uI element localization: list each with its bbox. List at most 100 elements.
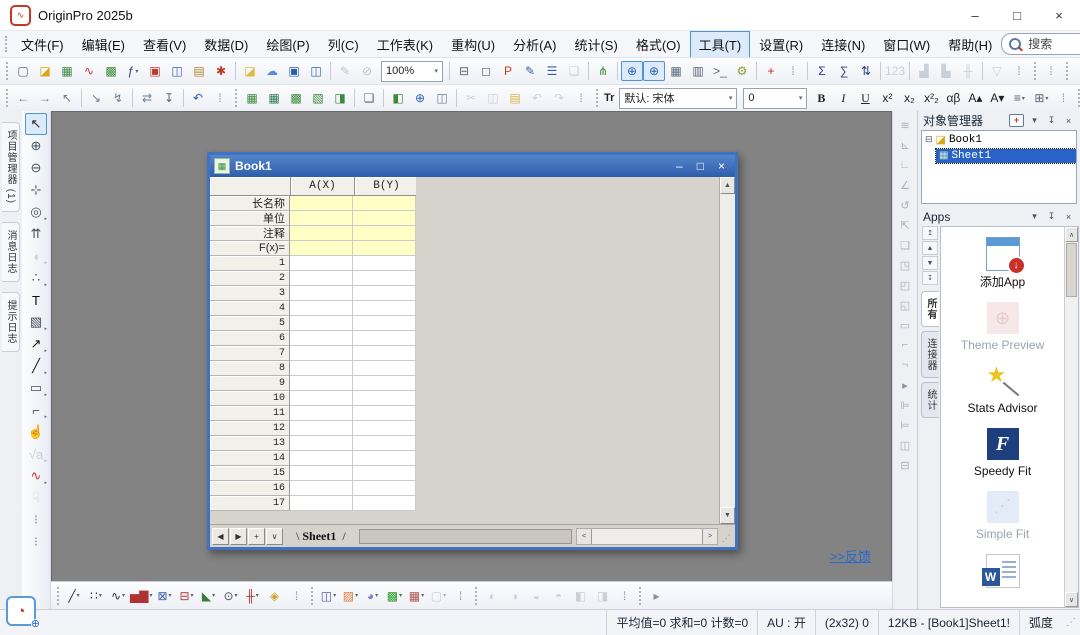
unmask-points-icon[interactable]: ◓ bbox=[547, 586, 569, 606]
layout-icon[interactable]: ☰ bbox=[541, 61, 563, 81]
column-plot-icon[interactable]: ▟ bbox=[913, 61, 935, 81]
front-back-icon[interactable]: ◫ bbox=[896, 436, 914, 454]
sheet-next-button[interactable]: ▶ bbox=[230, 528, 247, 545]
cell[interactable] bbox=[353, 466, 416, 481]
sheet-tab-track[interactable] bbox=[359, 529, 572, 544]
menu-analysis[interactable]: 分析(A) bbox=[504, 31, 565, 58]
quick-peek-icon[interactable]: ▦ bbox=[665, 61, 687, 81]
add-comment-icon[interactable]: + bbox=[1009, 114, 1024, 127]
book-maximize-button[interactable]: □ bbox=[697, 160, 704, 172]
unmask-range-icon[interactable]: ◑ bbox=[503, 586, 525, 606]
toolbar-overflow-icon[interactable]: ⁞ bbox=[1040, 61, 1062, 81]
new-workbook-icon[interactable]: ▦ bbox=[56, 61, 78, 81]
menu-help[interactable]: 帮助(H) bbox=[939, 31, 1001, 58]
cell[interactable] bbox=[290, 256, 353, 271]
toolbar-overflow-icon[interactable]: ⁞ bbox=[570, 88, 592, 108]
toolbar-overflow-icon[interactable]: ⁞ bbox=[782, 61, 804, 81]
script-window-icon[interactable]: >_ bbox=[709, 61, 731, 81]
app-item-simple-fit[interactable]: Simple Fit bbox=[953, 491, 1053, 542]
clear-worksheet-icon[interactable]: ▩ bbox=[285, 88, 307, 108]
template-graph-icon[interactable]: ▢ ▾ bbox=[427, 586, 449, 606]
subscript-icon[interactable]: x₂ bbox=[898, 88, 920, 108]
superscript-icon[interactable]: x² bbox=[876, 88, 898, 108]
menu-plot[interactable]: 绘图(P) bbox=[257, 31, 318, 58]
align-objects-icon[interactable]: ⊫ bbox=[896, 396, 914, 414]
cell[interactable] bbox=[353, 256, 416, 271]
contour-graph-icon[interactable]: ▩ ▾ bbox=[383, 586, 405, 606]
toolbar-overflow-icon[interactable]: ⁞ bbox=[1072, 61, 1080, 81]
toolbar-overflow-icon[interactable]: ⁞ bbox=[285, 586, 307, 606]
group-objects-icon[interactable]: ⊟ bbox=[896, 456, 914, 474]
cell[interactable] bbox=[290, 286, 353, 301]
speed-mode-icon[interactable]: ⇱ bbox=[896, 216, 914, 234]
new-report-icon[interactable]: ✱ bbox=[210, 61, 232, 81]
corner-cell[interactable] bbox=[210, 177, 291, 196]
scroll-up-icon[interactable]: ▲ bbox=[720, 177, 735, 194]
back-icon[interactable]: ← bbox=[12, 88, 34, 108]
bold-icon[interactable]: B bbox=[810, 88, 832, 108]
app-item-theme-preview[interactable]: Theme Preview bbox=[953, 302, 1053, 353]
annotation-tool-icon[interactable]: ▧ ▸ bbox=[25, 311, 47, 333]
cell[interactable] bbox=[290, 436, 353, 451]
book-minimize-button[interactable]: – bbox=[676, 160, 683, 172]
menu-file[interactable]: 文件(F) bbox=[12, 31, 73, 58]
horizontal-scrollbar[interactable]: < > bbox=[576, 528, 718, 545]
data-filter-icon[interactable]: ▽ bbox=[986, 61, 1008, 81]
row-header[interactable]: 6 bbox=[210, 331, 290, 346]
save-as-icon[interactable]: ◫ bbox=[305, 61, 327, 81]
dock-tab-project-manager[interactable]: 项目管理器 (1) bbox=[2, 122, 20, 212]
line-symbol-graph-icon[interactable]: ∿ ▾ bbox=[107, 586, 129, 606]
project-explorer-icon[interactable]: ⋔ bbox=[592, 61, 614, 81]
menu-tools[interactable]: 工具(T) bbox=[690, 31, 751, 58]
cell[interactable] bbox=[353, 391, 416, 406]
row-header[interactable]: 长名称 bbox=[210, 196, 290, 211]
slide-show-icon[interactable]: ◻ bbox=[475, 61, 497, 81]
show-masked-icon[interactable]: ◨ bbox=[591, 586, 613, 606]
extract-layers-icon[interactable]: ◱ bbox=[896, 296, 914, 314]
row-header[interactable]: 10 bbox=[210, 391, 290, 406]
video-builder-icon[interactable]: ⊘ bbox=[356, 61, 378, 81]
row-header[interactable]: 2 bbox=[210, 271, 290, 286]
distribute-objects-icon[interactable]: ⊨ bbox=[896, 416, 914, 434]
row-header[interactable]: F(x)= bbox=[210, 241, 290, 256]
tree-item-book1[interactable]: ⊟ ◪ Book1 bbox=[922, 131, 1076, 149]
row-header[interactable]: 16 bbox=[210, 481, 290, 496]
app-item-stats-advisor[interactable]: Stats Advisor bbox=[953, 365, 1053, 416]
row-header[interactable]: 9 bbox=[210, 376, 290, 391]
row-header[interactable]: 1 bbox=[210, 256, 290, 271]
menu-worksheet[interactable]: 工作表(K) bbox=[368, 31, 442, 58]
import-single-ascii-icon[interactable]: ↯ bbox=[107, 88, 129, 108]
cell[interactable] bbox=[353, 271, 416, 286]
open-icon[interactable]: ◪ bbox=[239, 61, 261, 81]
scatter-graph-icon[interactable]: ∷ ▾ bbox=[85, 586, 107, 606]
cell[interactable] bbox=[353, 346, 416, 361]
menu-format[interactable]: 格式(O) bbox=[627, 31, 690, 58]
column-header-a[interactable]: A(X) bbox=[291, 177, 355, 196]
merge-graphs-icon[interactable]: ◰ bbox=[896, 276, 914, 294]
mask-tool-icon[interactable]: ◖ ▸ bbox=[25, 245, 47, 267]
new-sheet-icon[interactable]: ▦ bbox=[241, 88, 263, 108]
cell[interactable] bbox=[353, 196, 416, 211]
close-icon[interactable]: × bbox=[1062, 212, 1075, 222]
session-timer-widget[interactable]: ◔ ⊕ bbox=[6, 596, 36, 626]
draw-data-tool-icon[interactable]: ∴ ▸ bbox=[25, 267, 47, 289]
cell[interactable] bbox=[290, 376, 353, 391]
cell[interactable] bbox=[290, 346, 353, 361]
span-tool-icon[interactable]: ⌐ ▸ bbox=[25, 399, 47, 421]
chevron-down-icon[interactable]: ▾ bbox=[1028, 211, 1041, 222]
line-graph-icon[interactable]: ╱ ▾ bbox=[63, 586, 85, 606]
cell[interactable] bbox=[353, 421, 416, 436]
toolbar-overflow-icon[interactable]: ▸ bbox=[896, 376, 914, 394]
sheet-list-button[interactable]: ∨ bbox=[266, 528, 283, 545]
sheet-prev-button[interactable]: ◀ bbox=[212, 528, 229, 545]
3d-bar-graph-icon[interactable]: ◫ ▾ bbox=[317, 586, 339, 606]
apps-tab-connectors[interactable]: 连接器 bbox=[921, 331, 939, 378]
forward-icon[interactable]: → bbox=[34, 88, 56, 108]
scroll-left-icon[interactable]: < bbox=[577, 529, 592, 544]
resize-grip[interactable]: ⋰ bbox=[1062, 617, 1080, 628]
multi-panel-graph-icon[interactable]: ⊠ ▾ bbox=[153, 586, 175, 606]
exchange-xy-icon[interactable]: ↺ bbox=[896, 196, 914, 214]
font-name-combobox[interactable]: 默认: 宋体 ▾ bbox=[619, 88, 737, 109]
menu-edit[interactable]: 编辑(E) bbox=[73, 31, 134, 58]
scroll-thumb[interactable] bbox=[1066, 243, 1077, 297]
